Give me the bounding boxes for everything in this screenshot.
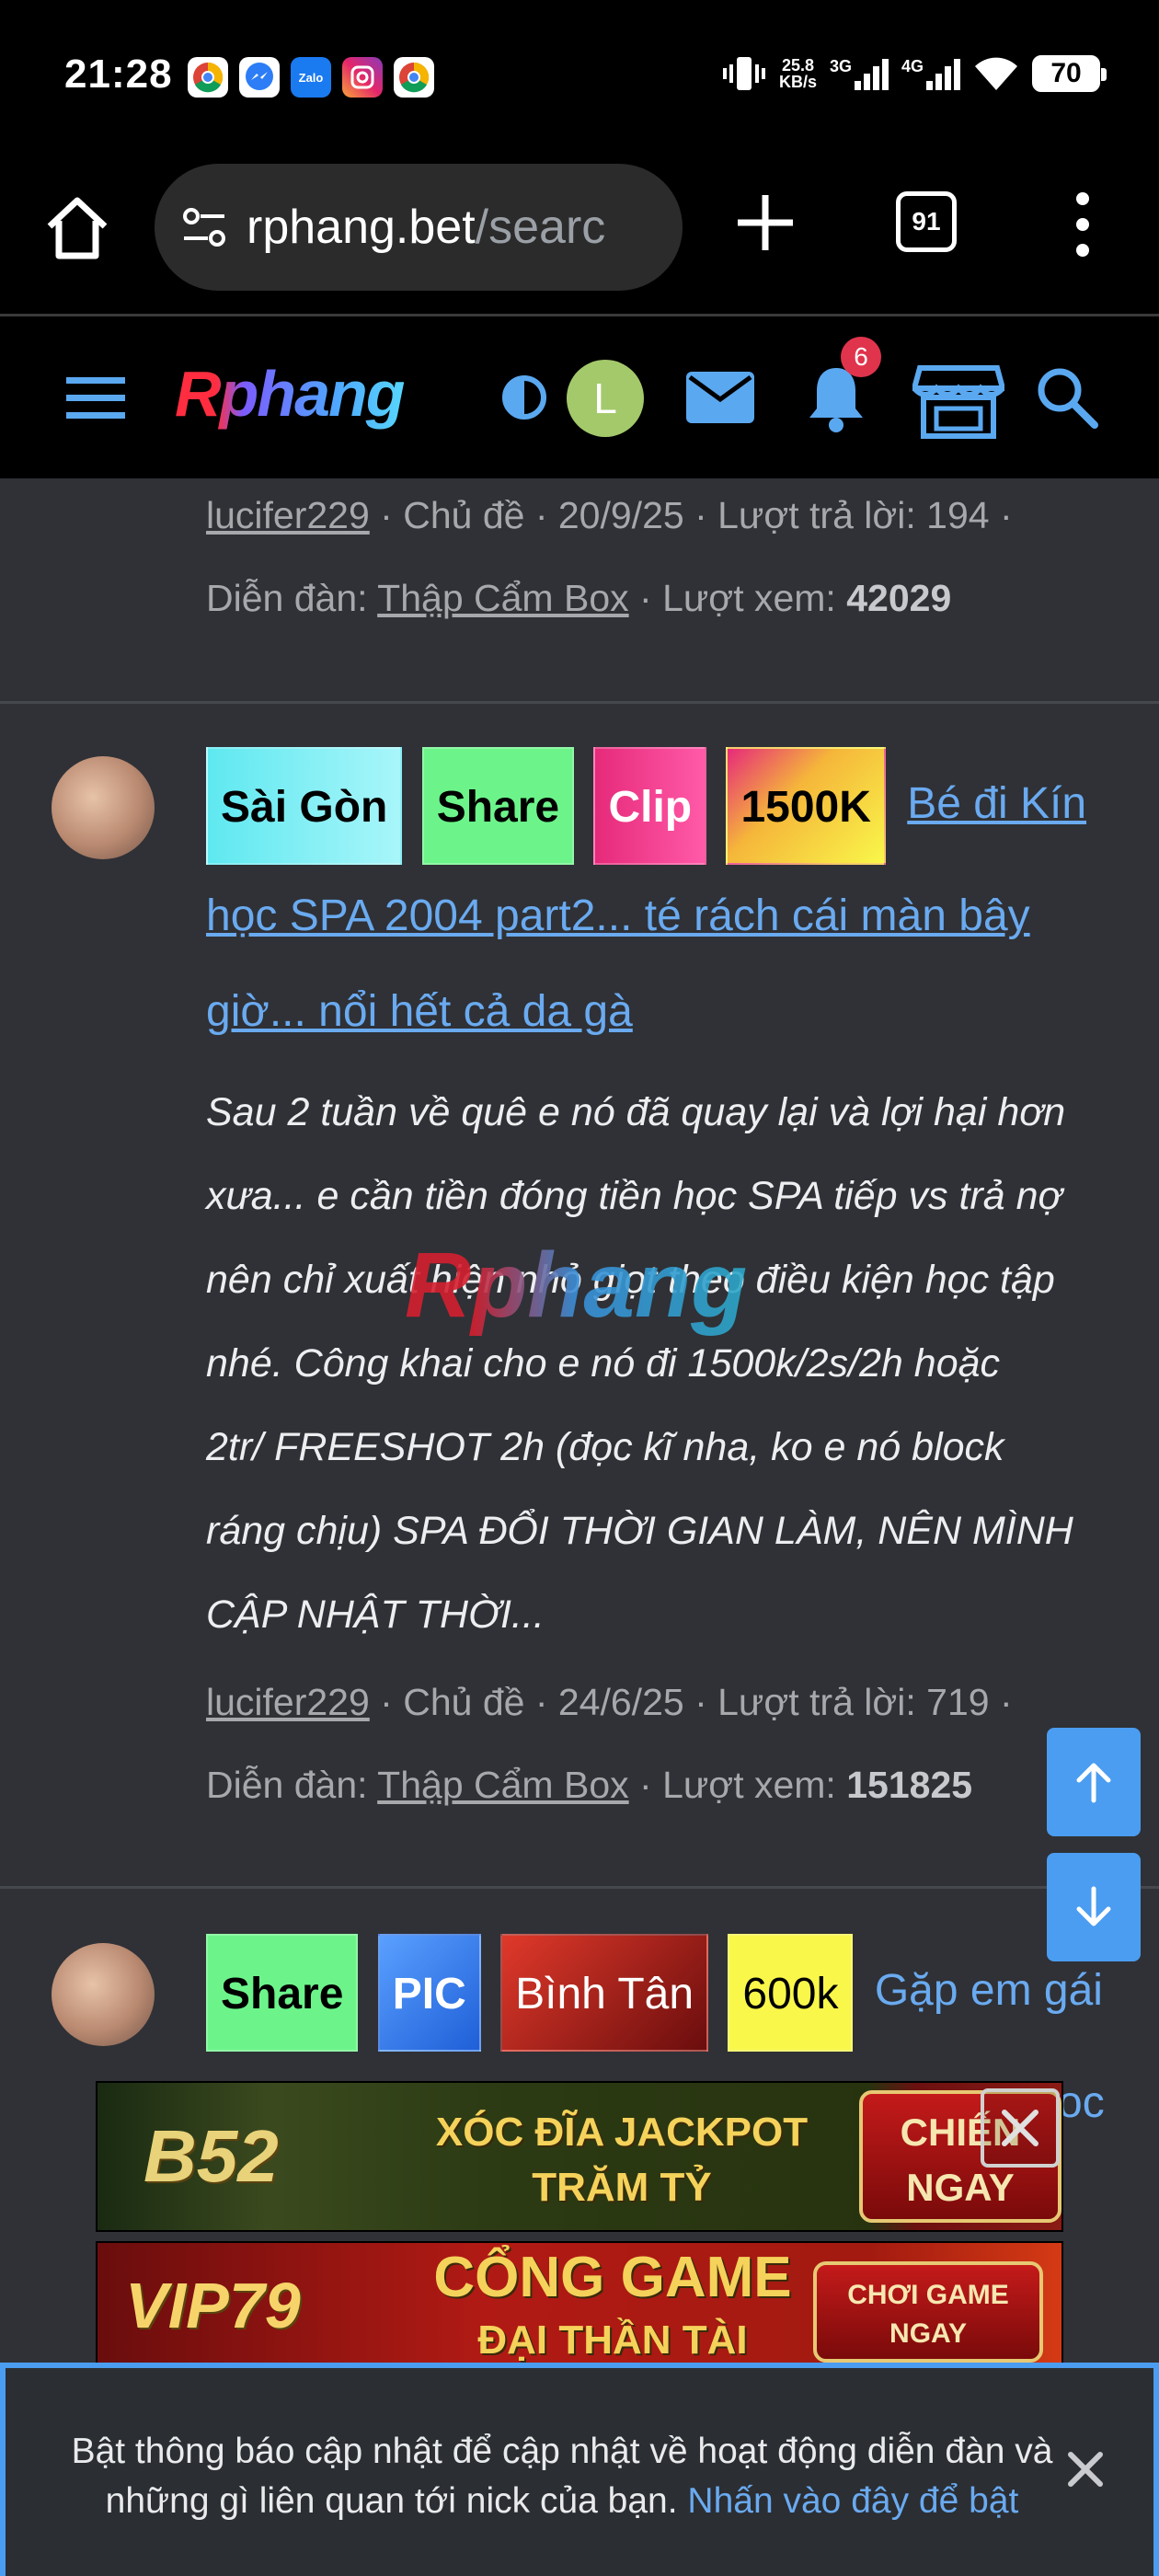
- prefix-saigon[interactable]: Sài Gòn: [206, 747, 403, 865]
- search-icon[interactable]: [1034, 364, 1100, 431]
- site-settings-icon[interactable]: [178, 201, 230, 253]
- signal-4g: 4G: [901, 57, 960, 90]
- author-link[interactable]: lucifer229: [206, 494, 370, 536]
- mail-icon[interactable]: [684, 368, 756, 427]
- arrow-up-icon: [1076, 1763, 1111, 1803]
- thread-snippet: Sau 2 tuần về quê e nó đã quay lại và lợ…: [206, 1090, 1073, 1637]
- prefix-clip[interactable]: Clip: [593, 747, 707, 865]
- zalo-icon: Zalo: [291, 57, 331, 98]
- thread-title[interactable]: Sài Gòn Share Clip 1500K Bé đi Kín: [206, 747, 1086, 865]
- ad-cta-button[interactable]: CHƠI GAME NGAY: [813, 2261, 1043, 2363]
- browser-toolbar: rphang.bet/searc 91: [0, 155, 1159, 316]
- chrome-icon: [394, 57, 434, 98]
- instagram-icon: [342, 57, 383, 98]
- ad-logo: VIP79: [125, 2270, 301, 2341]
- status-indicators: 25.8 KB/s 3G 4G 70: [722, 53, 1107, 94]
- user-avatar[interactable]: L: [567, 360, 644, 437]
- close-icon: [1002, 2110, 1039, 2146]
- prefix-binhtan[interactable]: Bình Tân: [500, 1934, 709, 2052]
- thread-meta: lucifer229 · Chủ đề · 24/6/25 · Lượt trả…: [206, 1681, 1013, 1723]
- wifi-icon: [975, 57, 1017, 90]
- notice-message: Bật thông báo cập nhật để cập nhật về ho…: [71, 2432, 1053, 2521]
- watermark-logo: Rphang: [405, 1234, 748, 1337]
- author-link[interactable]: lucifer229: [206, 1681, 370, 1723]
- notification-app-icons: Zalo: [188, 57, 434, 98]
- poster-avatar[interactable]: [52, 756, 155, 859]
- address-bar[interactable]: rphang.bet/searc: [155, 164, 683, 291]
- prefix-pic[interactable]: PIC: [377, 1934, 481, 2052]
- network-speed: 25.8 KB/s: [778, 56, 817, 91]
- enable-notifications-link[interactable]: Nhấn vào đây để bật: [687, 2481, 1018, 2521]
- status-bar: 21:28 Zalo 25.8 KB/s 3G 4G 70: [0, 0, 1159, 155]
- menu-icon[interactable]: [64, 372, 127, 423]
- thread-meta: Diễn đàn: Thập Cẩm Box · Lượt xem: 42029: [206, 577, 952, 619]
- site-logo[interactable]: Rphang: [175, 357, 406, 431]
- prefix-share[interactable]: Share: [206, 1934, 359, 2052]
- divider: [0, 1886, 1159, 1889]
- ad-headline: CỔNG GAME ĐẠI THẦN TÀI: [433, 2246, 792, 2363]
- thread-meta: Diễn đàn: Thập Cẩm Box · Lượt xem: 15182…: [206, 1764, 973, 1806]
- ad-close-button[interactable]: [981, 2088, 1060, 2168]
- ad-logo: B52: [143, 2115, 279, 2197]
- prefix-600k[interactable]: 600k: [728, 1934, 854, 2052]
- more-options-icon[interactable]: [1060, 188, 1106, 261]
- thread-title-link[interactable]: Bé đi Kín: [907, 779, 1086, 828]
- thread-title-cont[interactable]: giờ... nổi hết cả da gà: [206, 964, 633, 1060]
- url-text[interactable]: rphang.bet/searc: [247, 200, 660, 255]
- scroll-bottom-button[interactable]: [1047, 1853, 1141, 1961]
- battery-indicator: 70: [1032, 55, 1107, 92]
- ad-banner-vip79[interactable]: VIP79 CỔNG GAME ĐẠI THẦN TÀI CHƠI GAME N…: [96, 2241, 1063, 2370]
- status-time: 21:28: [64, 52, 173, 97]
- close-icon[interactable]: [1063, 2447, 1107, 2491]
- vibrate-icon: [722, 57, 765, 90]
- prefix-1500k[interactable]: 1500K: [726, 747, 886, 865]
- thread-meta: lucifer229 · Chủ đề · 20/9/25 · Lượt trả…: [206, 494, 1013, 536]
- store-icon[interactable]: [912, 361, 1004, 440]
- ad-banner-b52[interactable]: B52 XÓC ĐĨA JACKPOT TRĂM TỶ CHIẾN NGAY: [96, 2081, 1063, 2232]
- ad-headline: XÓC ĐĨA JACKPOT TRĂM TỶ: [435, 2110, 809, 2210]
- notification-count-badge: 6: [841, 337, 881, 377]
- thread-title-link[interactable]: Gặp em gái: [875, 1966, 1103, 2015]
- tab-switcher-button[interactable]: 91: [896, 191, 957, 252]
- chrome-icon: [188, 57, 228, 98]
- messenger-icon: [239, 57, 280, 98]
- thread-title[interactable]: Share PIC Bình Tân 600k Gặp em gái: [206, 1934, 1103, 2052]
- prefix-share[interactable]: Share: [421, 747, 575, 865]
- arrow-down-icon: [1076, 1886, 1111, 1926]
- new-tab-icon[interactable]: [730, 188, 800, 258]
- signal-3g: 3G: [830, 57, 889, 90]
- forum-link[interactable]: Thập Cẩm Box: [377, 577, 628, 619]
- thread-title-cont[interactable]: học SPA 2004 part2... té rách cái màn bâ…: [206, 868, 1030, 964]
- forum-link[interactable]: Thập Cẩm Box: [377, 1764, 628, 1806]
- home-icon[interactable]: [40, 191, 114, 265]
- theme-toggle-icon[interactable]: [500, 374, 548, 421]
- poster-avatar[interactable]: [52, 1943, 155, 2046]
- forum-header: Rphang L: [0, 316, 1159, 478]
- divider: [0, 701, 1159, 704]
- scroll-top-button[interactable]: [1047, 1728, 1141, 1836]
- push-notification-notice: Bật thông báo cập nhật để cập nhật về ho…: [0, 2363, 1159, 2576]
- thread-title-cont[interactable]: oc: [1058, 2055, 1105, 2151]
